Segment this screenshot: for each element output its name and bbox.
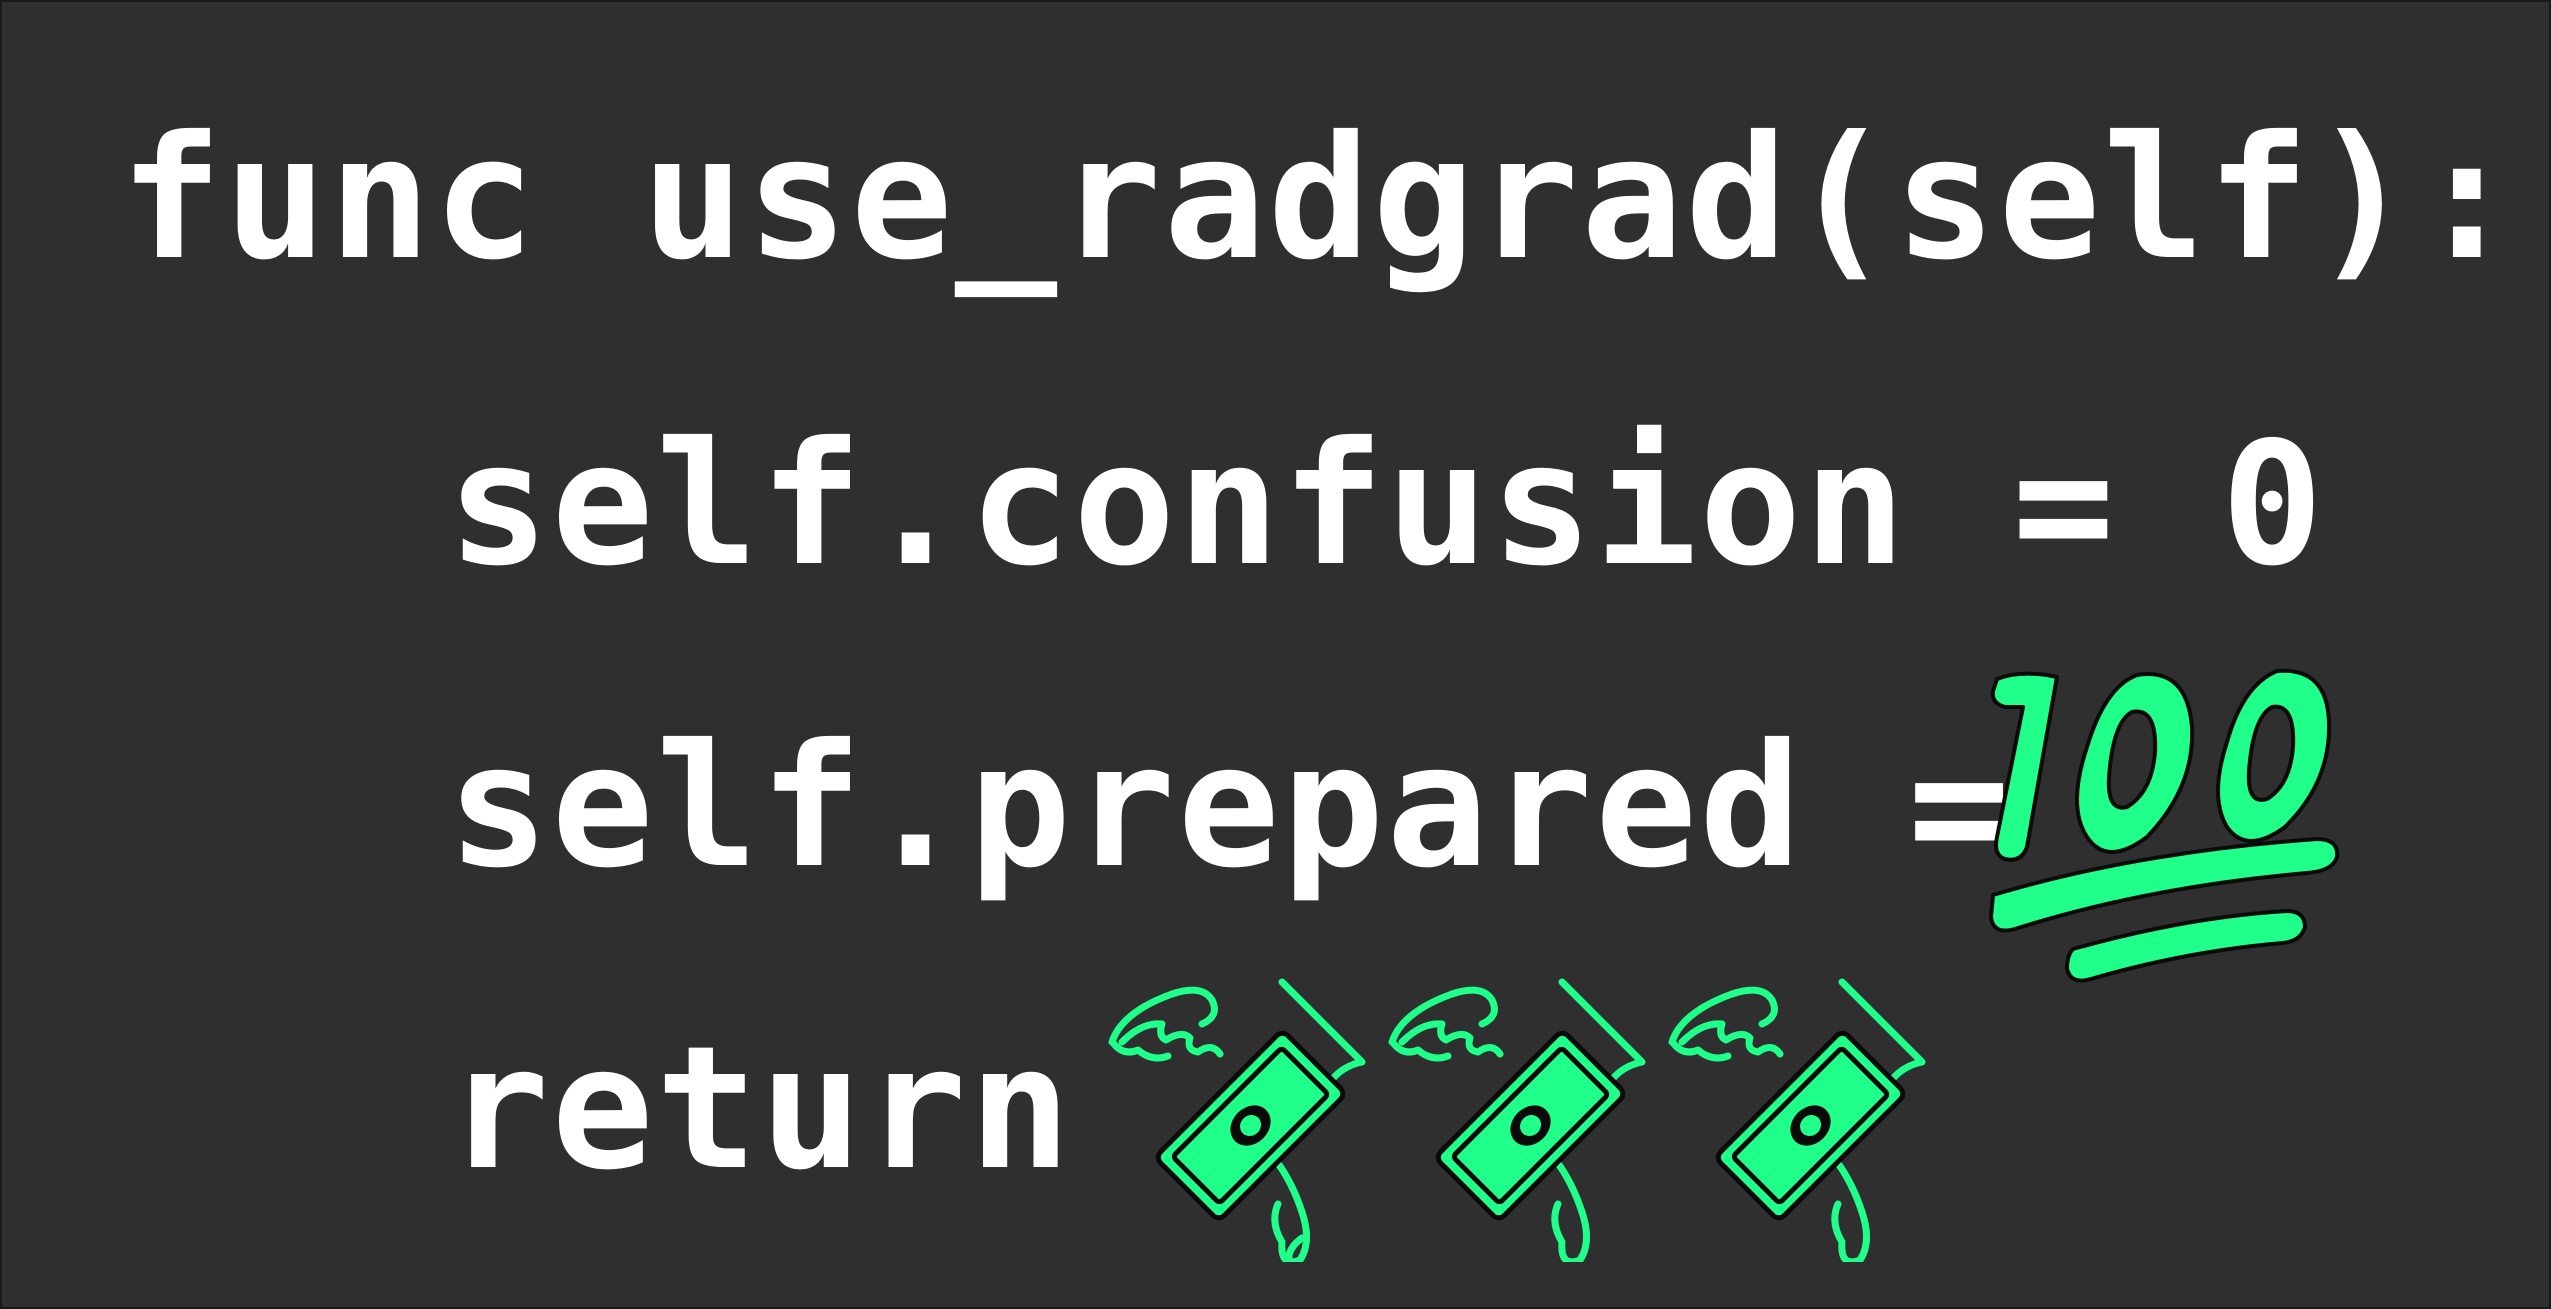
money-with-wings-icon	[1108, 978, 1366, 1262]
code-line-func-definition: func use_radgrad(self):	[120, 100, 2521, 298]
money-with-wings-icon	[1668, 978, 1926, 1262]
money-with-wings-icon	[1388, 978, 1646, 1262]
code-line-confusion: self.confusion = 0	[447, 406, 2326, 604]
code-card: func use_radgrad(self): self.confusion =…	[0, 0, 2551, 1309]
code-line-return: return	[447, 1010, 1074, 1208]
code-line-prepared: self.prepared =	[447, 708, 2013, 906]
money-emoji-row	[1102, 972, 1982, 1262]
hundred-points-icon	[1989, 668, 2340, 983]
